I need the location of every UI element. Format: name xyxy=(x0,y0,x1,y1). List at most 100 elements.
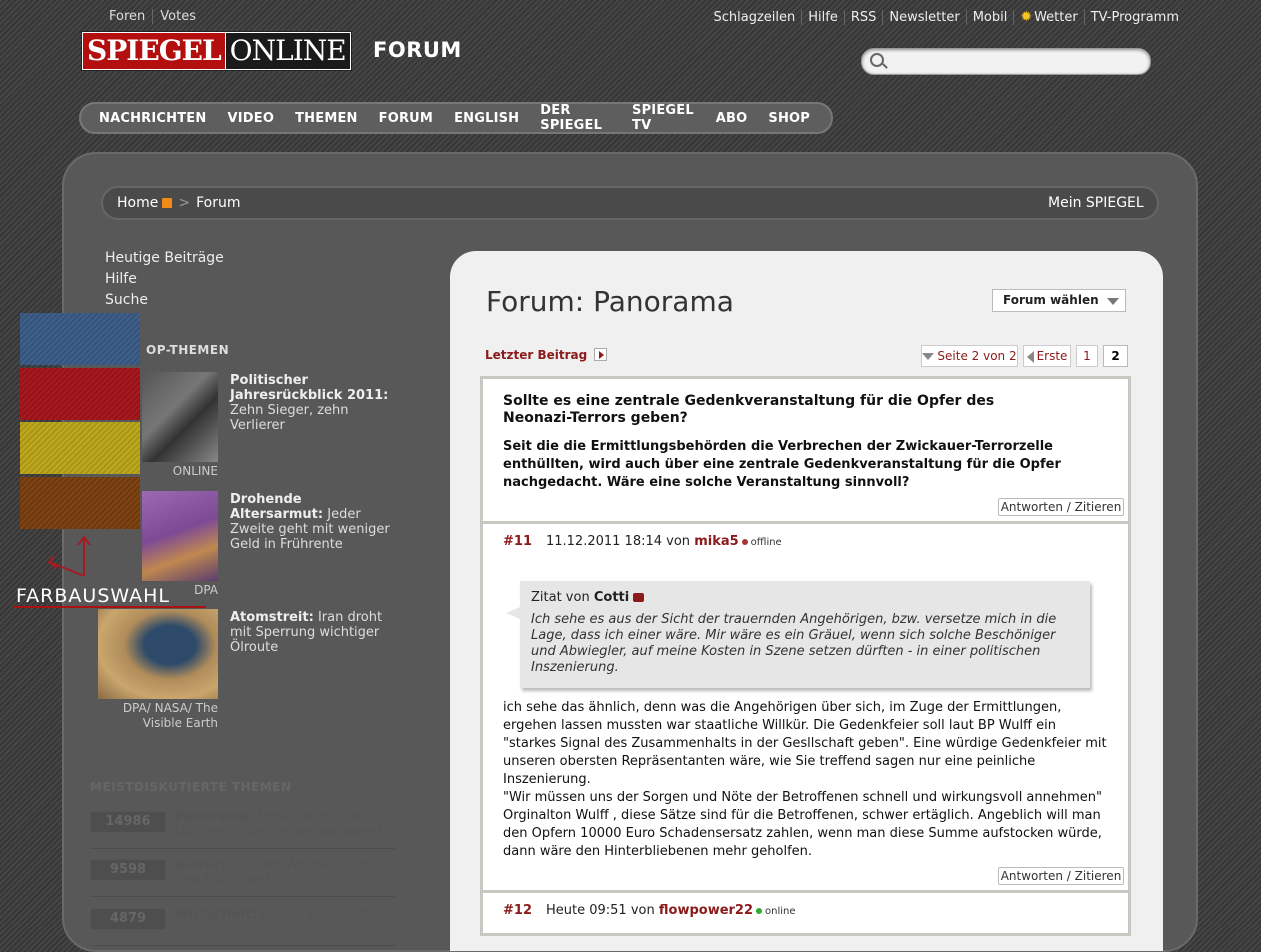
md-row-1[interactable]: 14986 Panorama: Unter deutschen Dächern … xyxy=(90,808,395,849)
search-box xyxy=(861,48,1151,75)
top-link-mobil[interactable]: Mobil xyxy=(967,9,1015,25)
rss-icon[interactable] xyxy=(162,198,173,208)
top-link-hilfe[interactable]: Hilfe xyxy=(802,9,845,25)
top-link-votes[interactable]: Votes xyxy=(153,9,203,24)
post-number[interactable]: #12 xyxy=(503,903,532,918)
nav-abo[interactable]: ABO xyxy=(716,111,748,126)
quote-header: Zitat von Cotti xyxy=(531,590,645,605)
post-header-11: #11 11.12.2011 18:14 von mika5 offline xyxy=(503,534,782,549)
color-swatch-brown[interactable] xyxy=(20,477,140,529)
post-header-12: #12 Heute 09:51 von flowpower22 online xyxy=(503,903,796,918)
forum-header: FORUM xyxy=(373,38,462,62)
page-first-button[interactable]: Erste xyxy=(1023,345,1071,367)
post-user[interactable]: flowpower22 xyxy=(659,903,753,918)
md-text-3: Wirtschaft: Ist der Euro noch zu xyxy=(175,907,395,922)
top-link-wetter-label: Wetter xyxy=(1034,9,1078,25)
teaser-credit-3: DPA/ NASA/ The Visible Earth xyxy=(122,701,218,730)
top-link-foren[interactable]: Foren xyxy=(102,9,154,24)
md-text-1: Panorama: Unter deutschen Dächern - was … xyxy=(175,810,395,840)
reply-quote-button[interactable]: Antworten / Zitieren xyxy=(998,498,1124,516)
spiegel-online-logo[interactable]: SPIEGEL ONLINE xyxy=(81,31,352,71)
last-post-link[interactable]: Letzter Beitrag xyxy=(485,348,587,362)
teaser-title-2: Drohende Altersarmut: xyxy=(230,492,324,522)
search-input[interactable] xyxy=(890,52,1144,72)
post-user[interactable]: mika5 xyxy=(694,534,738,549)
breadcrumb-forum[interactable]: Forum xyxy=(196,195,240,211)
farbauswahl-label: FARBAUSWAHL xyxy=(16,585,171,607)
breadcrumb-home[interactable]: Home xyxy=(117,195,158,211)
page-info-label: Seite 2 von 2 xyxy=(937,349,1017,363)
page-title: Forum: Panorama xyxy=(486,285,734,318)
post-divider xyxy=(483,890,1128,893)
teaser-text-1: Politischer Jahresrückblick 2011: Zehn S… xyxy=(230,373,395,433)
link-suche[interactable]: Suche xyxy=(105,290,224,311)
offline-status-icon xyxy=(741,539,748,545)
page-info-dropdown[interactable]: Seite 2 von 2 xyxy=(921,345,1018,367)
teaser-image-atomstreit[interactable] xyxy=(98,609,218,699)
md-row-3[interactable]: 4879 Wirtschaft: Ist der Euro noch zu xyxy=(90,905,395,946)
breadcrumb: Home > Forum xyxy=(117,195,240,211)
md-count-1: 14986 xyxy=(90,811,166,833)
chevron-down-icon xyxy=(922,353,935,360)
top-link-wetter[interactable]: ✹ Wetter xyxy=(1014,9,1085,25)
logo-spiegel: SPIEGEL xyxy=(82,32,226,70)
color-swatch-red[interactable] xyxy=(20,368,140,420)
top-themen-header: OP-THEMEN xyxy=(146,343,230,357)
nav-der-spiegel[interactable]: DER SPIEGEL xyxy=(540,103,611,133)
play-icon[interactable] xyxy=(594,348,607,361)
breadcrumb-separator: > xyxy=(178,195,191,211)
post-date: Heute 09:51 xyxy=(545,903,627,918)
post-body: ich sehe das ähnlich, denn was die Angeh… xyxy=(503,699,1113,861)
nav-nachrichten[interactable]: NACHRICHTEN xyxy=(99,111,206,126)
page-2-current: 2 xyxy=(1103,345,1128,367)
question-title: Sollte es eine zentrale Gedenkveranstalt… xyxy=(503,393,995,426)
teaser-image-jahresrueckblick[interactable] xyxy=(142,372,218,462)
md-row-2[interactable]: 9598 Kultur: CDs der Woche - und Ihre Fa… xyxy=(90,856,395,897)
post-body-paragraph-1: ich sehe das ähnlich, denn was die Angeh… xyxy=(503,700,1107,787)
sun-icon: ✹ xyxy=(1020,9,1033,25)
question-description: Seit die die Ermittlungsbehörden die Ver… xyxy=(503,439,1061,490)
teaser-credit-2: DPA xyxy=(194,583,218,597)
nav-shop[interactable]: SHOP xyxy=(768,111,810,126)
search-icon[interactable] xyxy=(870,53,884,67)
quote-link-icon[interactable] xyxy=(633,593,645,602)
teaser-title-1: Politischer Jahresrückblick 2011: xyxy=(230,373,389,403)
quote-box: Zitat von Cotti Ich sehe es aus der Sich… xyxy=(520,581,1090,688)
teaser-text-2: Drohende Altersarmut: Jeder Zweite geht … xyxy=(230,492,395,552)
color-swatch-yellow[interactable] xyxy=(20,422,140,474)
post-number[interactable]: #11 xyxy=(503,534,532,549)
color-swatch-blue[interactable] xyxy=(20,313,140,365)
md-text-2: Kultur: CDs der Woche - und Ihre Favorit… xyxy=(175,858,395,888)
link-heutige-beitraege[interactable]: Heutige Beiträge xyxy=(105,248,224,269)
forum-select[interactable]: Forum wählen xyxy=(992,289,1126,312)
md-cat-1: Panorama: xyxy=(175,810,254,825)
logo-online: ONLINE xyxy=(225,32,351,70)
top-link-newsletter[interactable]: Newsletter xyxy=(883,9,967,25)
nav-video[interactable]: VIDEO xyxy=(227,111,274,126)
top-link-schlagzeilen[interactable]: Schlagzeilen xyxy=(708,9,803,25)
post-von: von xyxy=(630,903,655,918)
reply-quote-button[interactable]: Antworten / Zitieren xyxy=(998,867,1124,885)
breadcrumb-bar xyxy=(101,186,1159,220)
post-body-paragraph-2: "Wir müssen uns der Sorgen und Nöte der … xyxy=(503,790,1102,859)
md-desc-3: Ist der Euro noch zu xyxy=(261,907,392,922)
nav-forum[interactable]: FORUM xyxy=(379,111,433,126)
user-status: offline xyxy=(750,537,782,548)
nav-english[interactable]: ENGLISH xyxy=(454,111,519,126)
nav-themen[interactable]: THEMEN xyxy=(295,111,358,126)
teaser-image-altersarmut[interactable] xyxy=(142,491,218,581)
post-date: 11.12.2011 18:14 xyxy=(545,534,663,549)
teaser-credit-1: ONLINE xyxy=(172,464,218,478)
md-count-2: 9598 xyxy=(90,859,166,881)
mein-spiegel-link[interactable]: Mein SPIEGEL xyxy=(1048,195,1144,211)
md-cat-2: Kultur: xyxy=(175,858,226,873)
md-cat-3: Wirtschaft: xyxy=(175,907,257,922)
link-hilfe[interactable]: Hilfe xyxy=(105,269,224,290)
top-link-rss[interactable]: RSS xyxy=(845,9,884,25)
quote-user[interactable]: Cotti xyxy=(594,590,629,605)
main-nav: NACHRICHTEN VIDEO THEMEN FORUM ENGLISH D… xyxy=(79,102,833,134)
top-link-tv-programm[interactable]: TV-Programm xyxy=(1085,10,1179,25)
quote-tail xyxy=(506,607,520,619)
nav-spiegel-tv[interactable]: SPIEGEL TV xyxy=(632,103,695,133)
page-1-button[interactable]: 1 xyxy=(1076,345,1098,367)
